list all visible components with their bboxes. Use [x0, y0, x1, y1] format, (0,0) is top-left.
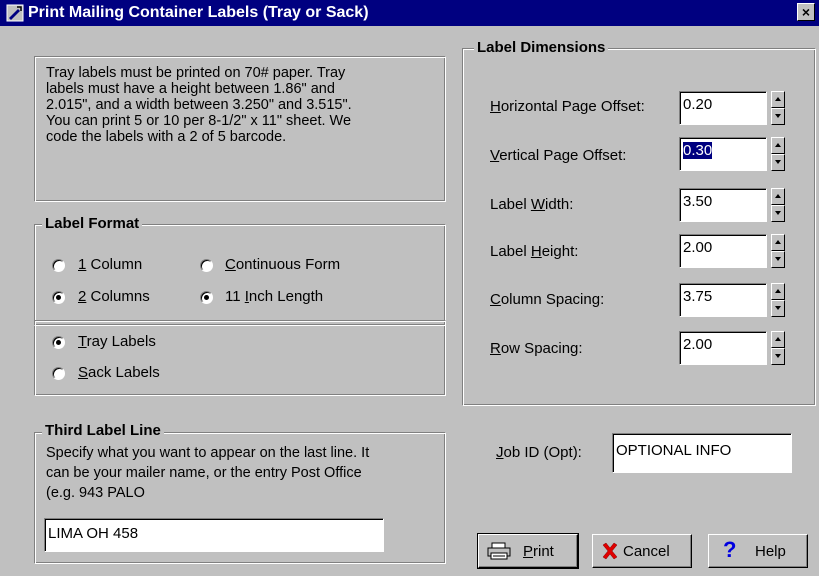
radio-label: Sack Labels	[78, 364, 160, 381]
third-line-input[interactable]: LIMA OH 458	[44, 518, 384, 552]
radio-label: 2 Columns	[78, 288, 150, 305]
horizontal-offset-spinner[interactable]	[771, 91, 785, 125]
cancel-button[interactable]: Cancel	[592, 534, 692, 568]
print-button[interactable]: Print	[477, 533, 579, 569]
label-height-input[interactable]: 2.00	[679, 234, 767, 268]
spin-up-icon[interactable]	[771, 283, 785, 300]
cancel-label: Cancel	[623, 543, 670, 560]
radio-button[interactable]	[52, 291, 65, 304]
row-spacing-spinner[interactable]	[771, 331, 785, 365]
divider	[34, 320, 446, 326]
printer-icon	[487, 542, 511, 560]
vertical-offset-spinner[interactable]	[771, 137, 785, 171]
spin-down-icon[interactable]	[771, 251, 785, 268]
spin-up-icon[interactable]	[771, 188, 785, 205]
question-mark-icon: ?	[723, 537, 737, 562]
vertical-offset-input[interactable]: 0.30	[679, 137, 767, 171]
row-spacing-label: Row Spacing:	[490, 340, 583, 357]
vertical-offset-label: Vertical Page Offset:	[490, 147, 627, 164]
third-line-desc: Specify what you want to appear on the l…	[46, 445, 370, 461]
label-width-label: Label Width:	[490, 196, 574, 213]
column-spacing-spinner[interactable]	[771, 283, 785, 317]
spin-down-icon[interactable]	[771, 300, 785, 317]
label-format-title: Label Format	[42, 215, 143, 233]
spin-up-icon[interactable]	[771, 91, 785, 108]
radio-label: 1 Column	[78, 256, 143, 273]
job-id-input[interactable]: OPTIONAL INFO	[612, 433, 792, 473]
spin-up-icon[interactable]	[771, 331, 785, 348]
spin-up-icon[interactable]	[771, 137, 785, 154]
dialog-window: Print Mailing Container Labels (Tray or …	[0, 0, 819, 576]
info-line: You can print 5 or 10 per 8-1/2" x 11" s…	[46, 113, 352, 129]
horizontal-offset-label: Horizontal Page Offset:	[490, 98, 645, 115]
radio-button[interactable]	[52, 336, 65, 349]
radio-button[interactable]	[200, 259, 213, 272]
selected-text: 0.30	[683, 142, 713, 159]
label-height-label: Label Height:	[490, 243, 579, 260]
window-title: Print Mailing Container Labels (Tray or …	[28, 4, 369, 21]
row-spacing-input[interactable]: 2.00	[679, 331, 767, 365]
radio-button[interactable]	[52, 367, 65, 380]
spin-down-icon[interactable]	[771, 205, 785, 222]
app-icon	[6, 4, 24, 22]
info-line: code the labels with a 2 of 5 barcode.	[46, 129, 287, 145]
info-line: Tray labels must be printed on 70# paper…	[46, 65, 346, 81]
radio-button[interactable]	[52, 259, 65, 272]
info-line: labels must have a height between 1.86" …	[46, 81, 335, 97]
third-line-desc: (e.g. 943 PALO	[46, 485, 145, 501]
title-bar[interactable]: Print Mailing Container Labels (Tray or …	[0, 0, 819, 26]
spin-down-icon[interactable]	[771, 154, 785, 171]
radio-button[interactable]	[200, 291, 213, 304]
column-spacing-input[interactable]: 3.75	[679, 283, 767, 317]
label-dimensions-title: Label Dimensions	[474, 39, 609, 57]
spin-down-icon[interactable]	[771, 108, 785, 125]
radio-label: 11 Inch Length	[225, 288, 324, 305]
info-line: 2.015", and a width between 3.250" and 3…	[46, 97, 352, 113]
third-label-line-title: Third Label Line	[42, 422, 164, 440]
radio-label: Continuous Form	[225, 256, 341, 273]
red-x-icon	[602, 542, 618, 560]
label-width-spinner[interactable]	[771, 188, 785, 222]
job-id-label: Job ID (Opt):	[496, 444, 582, 461]
spin-down-icon[interactable]	[771, 348, 785, 365]
radio-label: Tray Labels	[78, 333, 156, 350]
third-line-desc: can be your mailer name, or the entry Po…	[46, 465, 362, 481]
label-width-input[interactable]: 3.50	[679, 188, 767, 222]
close-button[interactable]: ×	[797, 3, 815, 21]
print-label: Print	[523, 543, 554, 560]
spin-up-icon[interactable]	[771, 234, 785, 251]
horizontal-offset-input[interactable]: 0.20	[679, 91, 767, 125]
help-button[interactable]: ? Help	[708, 534, 808, 568]
column-spacing-label: Column Spacing:	[490, 291, 605, 308]
label-height-spinner[interactable]	[771, 234, 785, 268]
help-label: Help	[755, 543, 786, 560]
